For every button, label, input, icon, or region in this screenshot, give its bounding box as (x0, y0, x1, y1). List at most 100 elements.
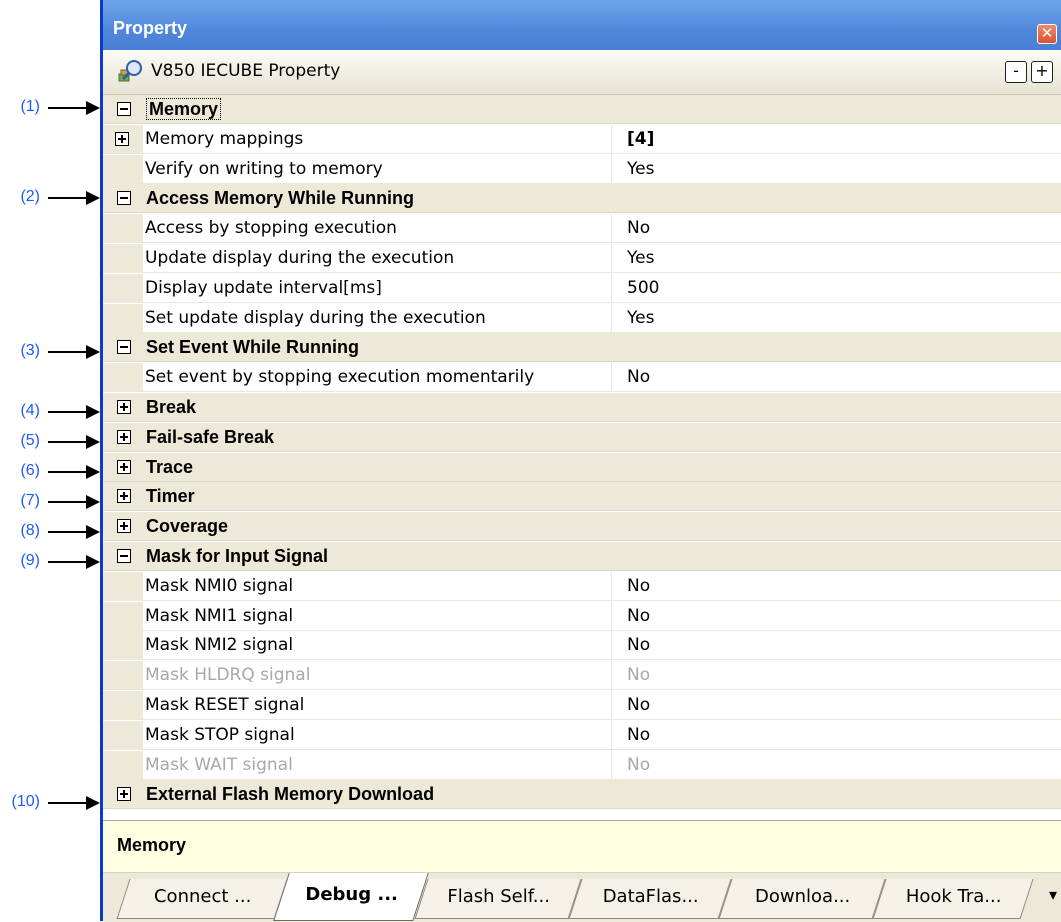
property-name: Set update display during the execution (145, 308, 486, 328)
close-button[interactable]: ✕ (1037, 24, 1057, 44)
tab-5[interactable]: Downloa... (718, 879, 886, 919)
tab-label: Flash Self... (447, 886, 550, 907)
expand-all-button[interactable]: + (1031, 61, 1053, 83)
callout-arrow-shaft (48, 351, 88, 353)
tab-overflow-icon[interactable]: ▾ (1049, 885, 1057, 904)
property-row[interactable]: Set update display during the execution Y… (103, 304, 1061, 333)
property-value[interactable]: [4] (613, 125, 654, 153)
callout-4: (4) (0, 400, 106, 424)
tab-6[interactable]: Hook Tra... (872, 879, 1034, 919)
category-label: Break (146, 397, 197, 417)
callout-arrow-shaft (48, 107, 88, 109)
callout-arrow-shaft (48, 802, 88, 804)
property-value[interactable]: No (613, 691, 650, 719)
property-value[interactable]: No (613, 572, 650, 600)
property-value[interactable]: No (613, 363, 650, 391)
callout-arrow-icon (86, 525, 100, 539)
property-value[interactable]: 500 (613, 274, 659, 302)
tab-1[interactable]: Connect ... (116, 879, 288, 919)
collapse-minus-icon[interactable] (117, 549, 131, 563)
property-row[interactable]: Mask STOP signal No (103, 721, 1061, 750)
callout-2: (2) (0, 186, 106, 210)
callout-number: (1) (20, 98, 40, 115)
callout-arrow-icon (86, 555, 100, 569)
tab-4[interactable]: DataFlas... (568, 879, 732, 919)
expand-plus-icon[interactable] (117, 489, 131, 503)
property-row[interactable]: Mask HLDRQ signal No (103, 661, 1061, 690)
title-bar[interactable]: Property ✕ (103, 0, 1061, 50)
expand-plus-icon[interactable] (117, 400, 131, 414)
expand-plus-icon[interactable] (117, 430, 131, 444)
property-row[interactable]: Mask NMI2 signal No (103, 631, 1061, 660)
category-label: Set Event While Running (146, 337, 360, 357)
property-row[interactable]: Display update interval[ms] 500 (103, 274, 1061, 303)
property-value[interactable]: Yes (613, 304, 654, 332)
column-divider (611, 274, 612, 302)
property-value[interactable]: No (613, 661, 650, 689)
category-label: Coverage (146, 516, 229, 536)
property-value[interactable]: No (613, 631, 650, 659)
property-row[interactable]: Mask NMI1 signal No (103, 602, 1061, 631)
property-row[interactable]: Mask NMI0 signal No (103, 572, 1061, 601)
category-row[interactable]: Mask for Input Signal (103, 542, 1061, 571)
property-value[interactable]: No (613, 214, 650, 242)
callout-arrow-icon (86, 465, 100, 479)
property-value[interactable]: No (613, 751, 650, 779)
collapse-minus-icon[interactable] (117, 340, 131, 354)
collapse-all-button[interactable]: - (1005, 61, 1027, 83)
row-gutter (103, 244, 143, 272)
column-divider (611, 244, 612, 272)
expand-plus-icon[interactable] (117, 460, 131, 474)
row-gutter (103, 572, 143, 600)
property-name: Update display during the execution (145, 248, 455, 268)
callout-number: (7) (20, 492, 40, 509)
property-subtitle: V850 IECUBE Property (151, 61, 341, 81)
property-value[interactable]: Yes (613, 155, 654, 183)
window-title: Property (113, 18, 188, 38)
property-row[interactable]: Update display during the execution Yes (103, 244, 1061, 273)
property-value[interactable]: No (613, 721, 650, 749)
category-row[interactable]: Memory (103, 95, 1061, 124)
callout-arrow-icon (86, 345, 100, 359)
column-divider (611, 363, 612, 391)
property-name: Mask HLDRQ signal (145, 665, 311, 685)
expand-plus-icon[interactable] (117, 519, 131, 533)
property-row[interactable]: Set event by stopping execution momentar… (103, 363, 1061, 392)
callout-5: (5) (0, 430, 106, 454)
category-row[interactable]: Trace (103, 453, 1061, 482)
category-row[interactable]: External Flash Memory Download (103, 780, 1061, 809)
tab-label: Downloa... (755, 886, 851, 907)
tab-3[interactable]: Flash Self... (414, 879, 582, 919)
category-row[interactable]: Set Event While Running (103, 333, 1061, 362)
category-row[interactable]: Coverage (103, 512, 1061, 541)
category-row[interactable]: Fail-safe Break (103, 423, 1061, 452)
property-row[interactable]: Mask WAIT signal No (103, 751, 1061, 780)
callout-arrow-shaft (48, 441, 88, 443)
callout-arrow-shaft (48, 531, 88, 533)
callout-3: (3) (0, 340, 106, 364)
expand-plus-icon[interactable] (115, 132, 129, 146)
collapse-minus-icon[interactable] (117, 191, 131, 205)
property-row[interactable]: Mask RESET signal No (103, 691, 1061, 720)
category-row[interactable]: Timer (103, 482, 1061, 511)
property-value[interactable]: No (613, 602, 650, 630)
column-divider (611, 661, 612, 689)
property-name: Access by stopping execution (145, 218, 397, 238)
category-row[interactable]: Break (103, 393, 1061, 422)
expand-plus-icon[interactable] (117, 787, 131, 801)
property-row[interactable]: Access by stopping execution No (103, 214, 1061, 243)
property-name: Mask NMI0 signal (145, 576, 294, 596)
row-gutter (103, 363, 143, 391)
tab-label: DataFlas... (602, 886, 699, 907)
callout-number: (4) (20, 402, 40, 419)
column-divider (611, 304, 612, 332)
property-value[interactable]: Yes (613, 244, 654, 272)
tab-2[interactable]: Debug ... (273, 873, 429, 921)
callout-number: (3) (20, 342, 40, 359)
tab-label: Connect ... (153, 886, 252, 907)
row-gutter (103, 155, 143, 183)
category-row[interactable]: Access Memory While Running (103, 184, 1061, 213)
property-row[interactable]: Verify on writing to memory Yes (103, 155, 1061, 184)
property-row[interactable]: Memory mappings [4] (103, 125, 1061, 154)
collapse-minus-icon[interactable] (117, 102, 131, 116)
